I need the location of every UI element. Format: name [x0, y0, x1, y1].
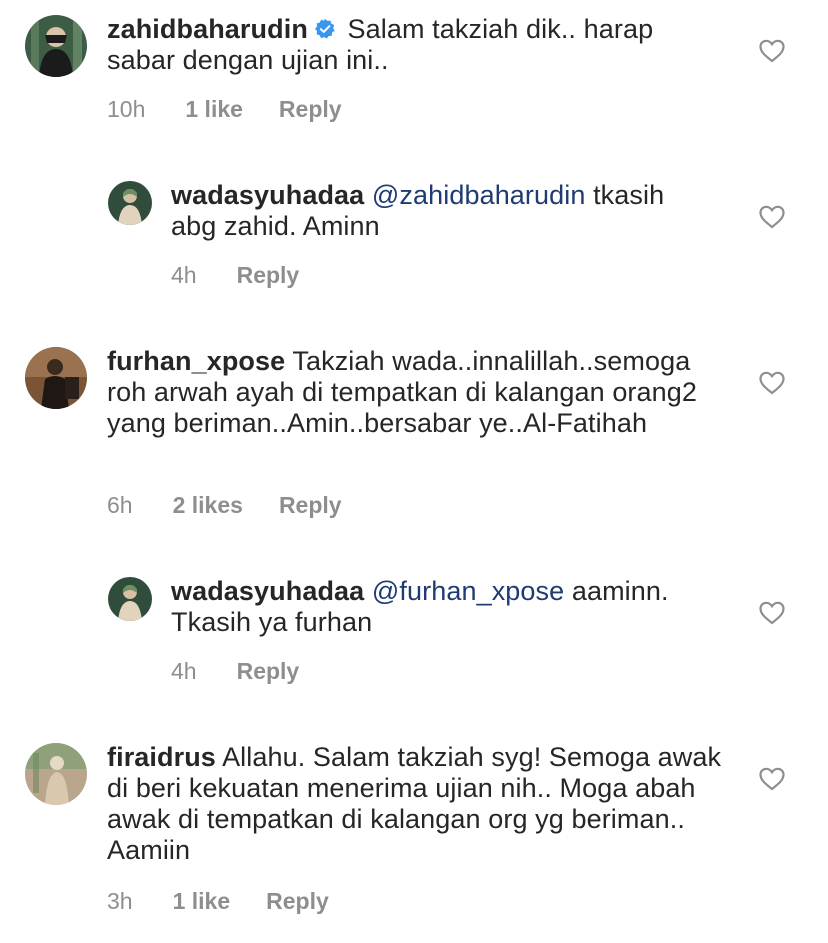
- comment-username[interactable]: wadasyuhadaa: [171, 180, 364, 210]
- heart-icon[interactable]: [759, 601, 785, 625]
- comment-meta: 6h 2 likes Reply: [107, 492, 342, 519]
- reply-button[interactable]: Reply: [279, 492, 342, 519]
- avatar[interactable]: [25, 15, 87, 77]
- comment-time: 4h: [171, 658, 197, 684]
- comment-time: 3h: [107, 888, 133, 914]
- comment-meta: 4h Reply: [171, 658, 299, 685]
- comment-time: 6h: [107, 492, 133, 518]
- comment-time: 4h: [171, 262, 197, 288]
- comment-text: firaidrus Allahu. Salam takziah syg! Sem…: [107, 742, 727, 866]
- comment-mention[interactable]: @zahidbaharudin: [372, 180, 586, 210]
- comment-text: wadasyuhadaa @furhan_xpose aaminn. Tkasi…: [171, 576, 711, 638]
- comment-meta: 10h 1 like Reply: [107, 96, 342, 123]
- comment-mention[interactable]: @furhan_xpose: [372, 576, 564, 606]
- reply-button[interactable]: Reply: [237, 262, 300, 289]
- avatar[interactable]: [25, 743, 87, 805]
- heart-icon[interactable]: [759, 205, 785, 229]
- avatar[interactable]: [108, 577, 152, 621]
- reply-button[interactable]: Reply: [266, 888, 329, 915]
- heart-icon[interactable]: [759, 39, 785, 63]
- avatar[interactable]: [108, 181, 152, 225]
- comment-username[interactable]: wadasyuhadaa: [171, 576, 364, 606]
- avatar[interactable]: [25, 347, 87, 409]
- comment-likes[interactable]: 1 like: [173, 888, 231, 915]
- comment-text: zahidbaharudin Salam takziah dik.. harap…: [107, 14, 727, 76]
- heart-icon[interactable]: [759, 767, 785, 791]
- heart-icon[interactable]: [759, 371, 785, 395]
- comment-username[interactable]: zahidbaharudin: [107, 14, 308, 44]
- comment-username[interactable]: furhan_xpose: [107, 346, 285, 376]
- verified-badge-icon: [314, 18, 335, 39]
- comment-meta: 4h Reply: [171, 262, 299, 289]
- comment-time: 10h: [107, 96, 146, 122]
- reply-button[interactable]: Reply: [279, 96, 342, 123]
- comment-text: wadasyuhadaa @zahidbaharudin tkasih abg …: [171, 180, 701, 242]
- comment-likes[interactable]: 2 likes: [173, 492, 243, 519]
- comment-likes[interactable]: 1 like: [185, 96, 243, 123]
- reply-button[interactable]: Reply: [237, 658, 300, 685]
- comment-meta: 3h 1 like Reply: [107, 888, 329, 915]
- comment-text: furhan_xpose Takziah wada..innalillah..s…: [107, 346, 727, 439]
- comment-username[interactable]: firaidrus: [107, 742, 216, 772]
